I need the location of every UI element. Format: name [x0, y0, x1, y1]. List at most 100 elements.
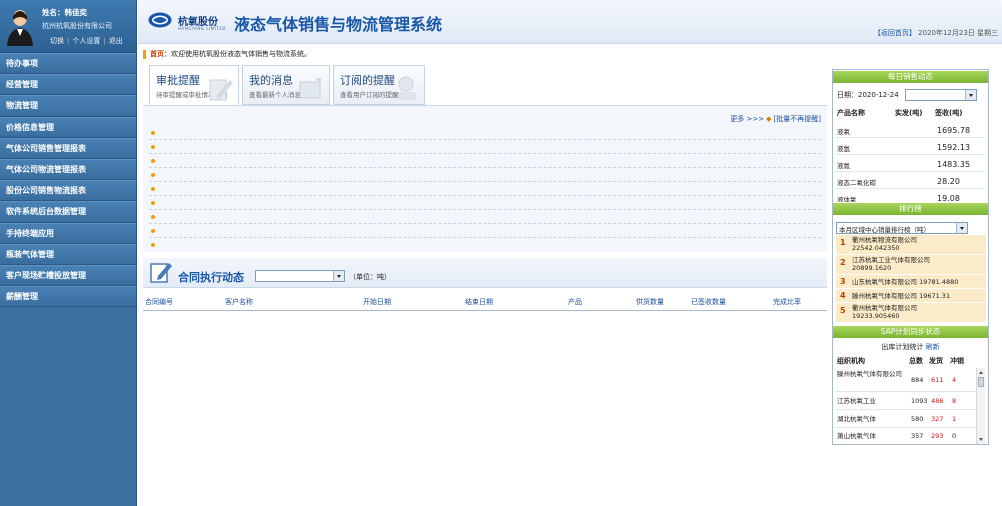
- shipped-count: 293: [931, 432, 944, 440]
- product-name: 液氩: [837, 145, 850, 153]
- sap-scrollbar[interactable]: [976, 368, 985, 444]
- reminder-list: 更多 >>> ◆ [批量不再提醒]: [143, 106, 827, 252]
- reversed-count: 0: [952, 432, 957, 440]
- table-row: 萧山杭氧气体 357 293 0: [835, 428, 977, 444]
- rank-number: 3: [840, 277, 846, 286]
- return-home-link[interactable]: 【返回首页】: [874, 29, 916, 37]
- menu-item-backend-data[interactable]: 软件系统后台数据管理: [0, 201, 136, 223]
- signed-value: 19.08: [937, 194, 960, 202]
- rank-number: 2: [840, 258, 846, 267]
- list-item[interactable]: [149, 224, 821, 238]
- right-panel: 每日销售动态 日期：2020-12-24 产品名称 实发(吨) 签收(吨) 液氧…: [832, 69, 989, 445]
- column-header: 结束日期: [465, 298, 493, 306]
- menu-item-corp-report[interactable]: 股份公司销售物流报表: [0, 180, 136, 202]
- table-row: 湖北杭氧气体 580 327 1: [835, 410, 977, 428]
- bulb-icon: [398, 76, 416, 100]
- header: 杭氧股份 HANGYANG LIMITED 液态气体销售与物流管理系统 【返回首…: [138, 0, 1002, 44]
- menu-item-handheld[interactable]: 手持终端应用: [0, 222, 136, 244]
- bullet-icon: [151, 187, 155, 191]
- column-header: 开始日期: [363, 298, 391, 306]
- tab-title: 审批提醒: [156, 74, 200, 87]
- rank-text: 滕州杭氧气体有限公司 19671.31: [852, 292, 950, 300]
- bullet-icon: [151, 229, 155, 233]
- refresh-link[interactable]: 刷新: [926, 343, 940, 351]
- breadcrumb: 首页：欢迎使用杭氧股份液态气体销售与物流系统。: [143, 48, 311, 60]
- scroll-thumb[interactable]: [978, 377, 984, 387]
- org-name: 江苏杭氧工业: [837, 397, 876, 405]
- bullet-icon: [151, 243, 155, 247]
- more-link[interactable]: 更多 >>>: [730, 115, 764, 123]
- rank-company: 衢州杭氧气体有限公司: [852, 304, 917, 312]
- shipped-count: 611: [931, 376, 944, 384]
- product-name: 液氮: [837, 162, 850, 170]
- rank-number: 1: [840, 238, 846, 247]
- rank-company: 衢州杭氧物流有限公司: [852, 236, 917, 244]
- rank-company: 山东杭氧气体有限公司 19781.4880: [852, 278, 959, 286]
- contract-select[interactable]: [255, 270, 345, 282]
- signed-value: 28.20: [937, 177, 960, 186]
- ranking-item: 2 江苏杭氧工业气体有限公司 20899.1620: [836, 255, 986, 274]
- org-name: 萧山杭氧气体: [837, 432, 876, 440]
- rank-value: 20899.1620: [852, 264, 892, 272]
- switch-link[interactable]: 切换: [50, 37, 64, 45]
- list-item[interactable]: [149, 182, 821, 196]
- menu-item-gas-logistics-report[interactable]: 气体公司物流管理报表: [0, 158, 136, 181]
- tab-title: 订阅的提醒: [340, 74, 395, 87]
- ranking-item: 4 滕州杭氧气体有限公司 19671.31: [836, 289, 986, 302]
- user-company: 杭州杭氧股份有限公司: [42, 22, 112, 30]
- list-item[interactable]: [149, 168, 821, 182]
- product-name: 液态二氧化碳: [837, 179, 876, 187]
- sap-title: SAP计划同步状态: [833, 326, 988, 338]
- list-item[interactable]: [149, 196, 821, 210]
- ranking-item: 5 衢州杭氧气体有限公司 19233.905460: [836, 303, 986, 322]
- menu-item-price[interactable]: 价格信息管理: [0, 116, 136, 138]
- list-item[interactable]: [149, 210, 821, 224]
- ranking-item: 3 山东杭氧气体有限公司 19781.4880: [836, 275, 986, 288]
- rank-company: 江苏杭氧工业气体有限公司: [852, 256, 930, 264]
- menu-item-bottled-gas[interactable]: 瓶装气体管理: [0, 243, 136, 265]
- reversed-count: 4: [952, 376, 957, 384]
- logout-link[interactable]: 退出: [109, 37, 123, 45]
- reversed-count: 1: [952, 415, 957, 423]
- list-item[interactable]: [149, 140, 821, 154]
- rank-text: 山东杭氧气体有限公司 19781.4880: [852, 278, 958, 286]
- list-item[interactable]: [149, 126, 821, 140]
- batch-dismiss-link[interactable]: [批量不再提醒]: [774, 115, 821, 123]
- tab-my-messages[interactable]: 我的消息 查看最新个人消息: [242, 65, 330, 105]
- ranking-select[interactable]: 本月区域中心销量排行榜（吨）: [836, 222, 968, 234]
- rank-value: 22542.042350: [852, 244, 900, 252]
- menu-item-gas-sales-report[interactable]: 气体公司销售管理报表: [0, 137, 136, 159]
- bullet-icon: [151, 173, 155, 177]
- breadcrumb-home[interactable]: 首页：: [150, 50, 171, 58]
- list-item[interactable]: [149, 238, 821, 252]
- shipped-count: 486: [931, 397, 944, 405]
- column-header: 已签收数量: [691, 298, 726, 306]
- scroll-up-icon[interactable]: [979, 371, 983, 374]
- menu-item-tank[interactable]: 客户现场贮槽投放管理: [0, 264, 136, 287]
- menu-item-logistics[interactable]: 物流管理: [0, 95, 136, 117]
- total-count: 357: [911, 432, 924, 440]
- menu-item-salary[interactable]: 薪酬管理: [0, 286, 136, 308]
- rank-company: 滕州杭氧气体有限公司 19671.31: [852, 292, 951, 300]
- daily-sales-title: 每日销售动态: [833, 71, 988, 83]
- list-item[interactable]: [149, 154, 821, 168]
- tab-subscribed-reminders[interactable]: 订阅的提醒 查看用户订阅的提醒: [333, 65, 425, 105]
- tab-approval-reminder[interactable]: 审批提醒 待审提醒或审批情况反馈: [149, 65, 239, 105]
- org-name: 湖北杭氧气体: [837, 415, 876, 423]
- ranking-select-value: 本月区域中心销量排行榜（吨）: [839, 226, 930, 234]
- menu-item-business[interactable]: 经营管理: [0, 74, 136, 96]
- contract-title: 合同执行动态: [178, 271, 244, 284]
- unit-label: （单位：吨）: [349, 273, 391, 281]
- date-select[interactable]: [905, 89, 977, 101]
- menu-item-todo[interactable]: 待办事项: [0, 53, 136, 75]
- scroll-down-icon[interactable]: [979, 438, 983, 441]
- personal-settings-link[interactable]: 个人设置: [72, 37, 100, 45]
- message-icon: [299, 78, 321, 99]
- column-header: 合同编号: [145, 298, 173, 306]
- column-header: 供货数量: [636, 298, 664, 306]
- chevron-down-icon: [956, 223, 967, 233]
- column-header: 客户名称: [225, 298, 253, 306]
- sidebar: 姓名：韩佳奕 杭州杭氧股份有限公司 切换 | 个人设置 | 退出 待办事项 经营管理 物…: [0, 0, 137, 506]
- rank-text: 江苏杭氧工业气体有限公司 20899.1620: [852, 256, 930, 272]
- bullet-icon: [151, 201, 155, 205]
